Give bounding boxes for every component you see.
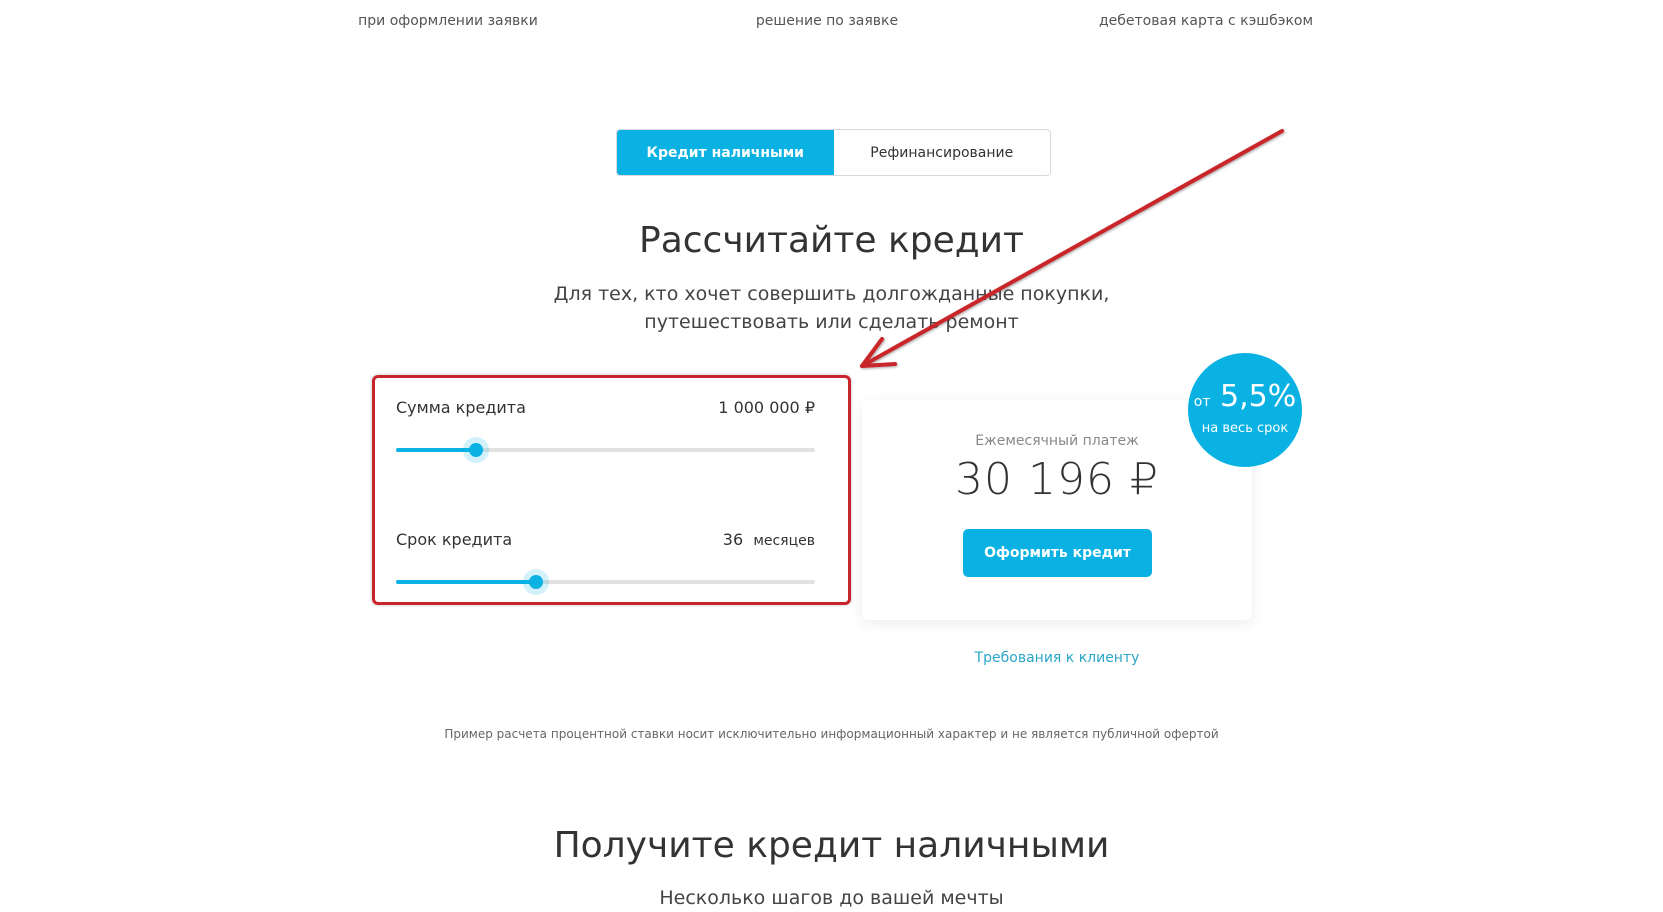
- disclaimer-text: Пример расчета процентной ставки носит и…: [444, 727, 1219, 741]
- annotation-arrow: [860, 129, 1284, 368]
- annotation-arrow-shaft: [860, 129, 1284, 368]
- client-requirements-link[interactable]: Требования к клиенту: [862, 650, 1252, 666]
- next-section-subtitle: Несколько шагов до вашей мечты: [659, 887, 1004, 909]
- next-section-title: Получите кредит наличными: [553, 825, 1110, 866]
